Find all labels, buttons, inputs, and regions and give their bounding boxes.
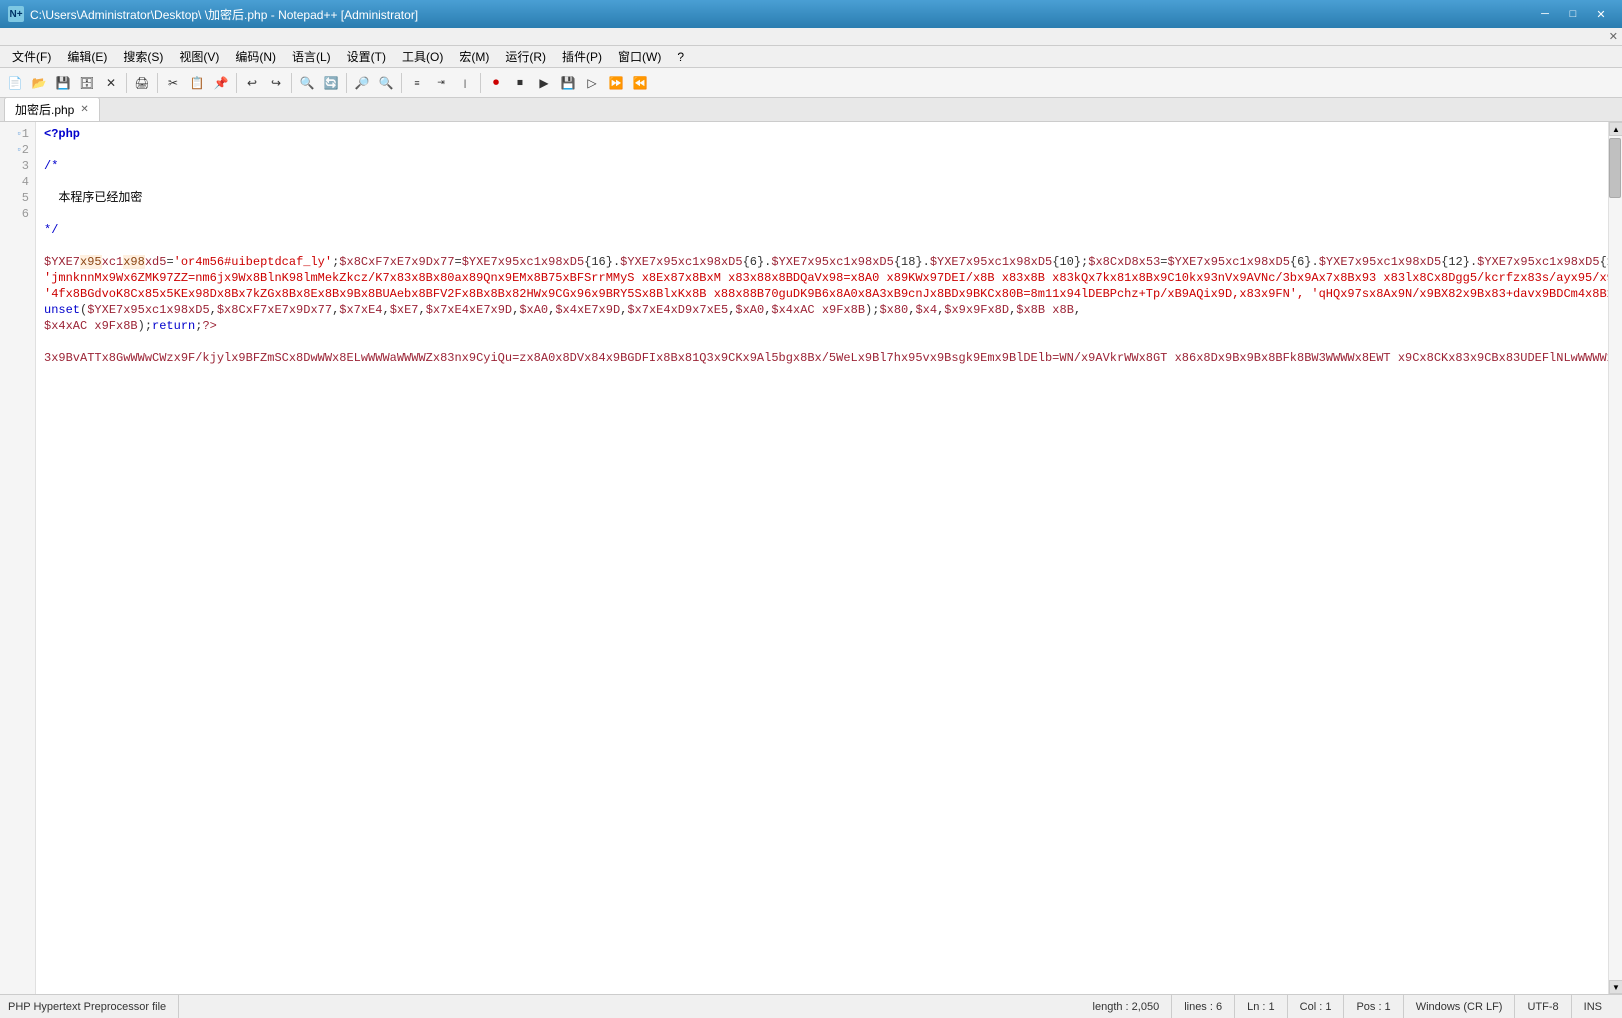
editor-scrollbar[interactable]: ▲ ▼ — [1608, 122, 1622, 994]
tabbar: 加密后.php ✕ — [0, 98, 1622, 122]
status-ln: Ln : 1 — [1235, 995, 1288, 1018]
menu-settings[interactable]: 设置(T) — [339, 46, 394, 67]
pos-label: Pos : 1 — [1356, 1001, 1390, 1013]
toolbar-indent-guide[interactable]: | — [454, 72, 476, 94]
toolbar-undo[interactable]: ↩ — [241, 72, 263, 94]
line-number-3: 3 — [0, 158, 35, 174]
toolbar-find[interactable]: 🔍 — [296, 72, 318, 94]
titlebar-buttons: ─ □ ✕ — [1532, 5, 1614, 23]
filetype-label: PHP Hypertext Preprocessor file — [8, 1001, 166, 1013]
toolbar-macro-stop[interactable]: ⏹ — [509, 72, 531, 94]
menu-help[interactable]: ? — [669, 48, 692, 66]
menu-plugins[interactable]: 插件(P) — [554, 46, 610, 67]
menu-search[interactable]: 搜索(S) — [115, 46, 171, 67]
toolbar-open[interactable]: 📂 — [28, 72, 50, 94]
toolbar-separator-6 — [401, 73, 402, 93]
toolbar-cut[interactable]: ✂ — [162, 72, 184, 94]
menu-run[interactable]: 运行(R) — [497, 46, 554, 67]
toolbar-run-cmd[interactable]: ▷ — [581, 72, 603, 94]
menu-tools[interactable]: 工具(O) — [394, 46, 451, 67]
toolbar-separator-4 — [291, 73, 292, 93]
status-eol: Windows (CR LF) — [1404, 995, 1516, 1018]
status-pos: Pos : 1 — [1344, 995, 1403, 1018]
statusbar: PHP Hypertext Preprocessor file length :… — [0, 994, 1622, 1018]
ln-label: Ln : 1 — [1247, 1001, 1275, 1013]
toolbar-paste[interactable]: 📌 — [210, 72, 232, 94]
scrollbar-track[interactable] — [1609, 136, 1622, 980]
toolbar-redo[interactable]: ↪ — [265, 72, 287, 94]
line-numbers: ▫1 ▫2 3 4 5 6 — [0, 122, 36, 994]
toolbar-save-all[interactable]: 🗄 — [76, 72, 98, 94]
menu-edit[interactable]: 编辑(E) — [59, 46, 115, 67]
toolbar-new[interactable]: 📄 — [4, 72, 26, 94]
status-length: length : 2,050 — [1081, 995, 1173, 1018]
toolbar-zoom-out[interactable]: 🔍 — [375, 72, 397, 94]
tab-file[interactable]: 加密后.php ✕ — [4, 97, 100, 121]
toolbar: 📄 📂 💾 🗄 ✕ 🖨 ✂ 📋 📌 ↩ ↪ 🔍 🔄 🔎 🔍 ≡ ⇥ | ⏺ ⏹ … — [0, 68, 1622, 98]
status-col: Col : 1 — [1288, 995, 1345, 1018]
toolbar-separator-1 — [126, 73, 127, 93]
tab-close-button[interactable]: ✕ — [80, 104, 88, 115]
toolbar-prev-result[interactable]: ⏪ — [629, 72, 651, 94]
app-icon: N+ — [8, 6, 24, 22]
status-ins: INS — [1572, 995, 1614, 1018]
titlebar: N+ C:\Users\Administrator\Desktop\ \加密后.… — [0, 0, 1622, 28]
menu-file[interactable]: 文件(F) — [4, 46, 59, 67]
col-label: Col : 1 — [1300, 1001, 1332, 1013]
line-number-4: 4 — [0, 174, 35, 190]
menu-macro[interactable]: 宏(M) — [451, 46, 497, 67]
line-number-5: 5 — [0, 190, 35, 206]
line-number-2: ▫2 — [0, 142, 35, 158]
toolbar-separator-7 — [480, 73, 481, 93]
toolbar-macro-save[interactable]: 💾 — [557, 72, 579, 94]
menu-window[interactable]: 窗口(W) — [610, 46, 669, 67]
length-label: length : 2,050 — [1093, 1001, 1160, 1013]
toolbar-wrap[interactable]: ⇥ — [430, 72, 452, 94]
eol-label: Windows (CR LF) — [1416, 1001, 1503, 1013]
minimize-button[interactable]: ─ — [1532, 5, 1558, 23]
menu-language[interactable]: 语言(L) — [284, 46, 339, 67]
toolbar-macro-play[interactable]: ▶ — [533, 72, 555, 94]
tab-label: 加密后.php — [15, 101, 74, 118]
secondary-close-row: ✕ — [0, 28, 1622, 46]
toolbar-copy[interactable]: 📋 — [186, 72, 208, 94]
status-filetype: PHP Hypertext Preprocessor file — [8, 995, 179, 1018]
ins-label: INS — [1584, 1001, 1602, 1013]
titlebar-title: C:\Users\Administrator\Desktop\ \加密后.php… — [30, 6, 1532, 23]
toolbar-macro-rec[interactable]: ⏺ — [485, 72, 507, 94]
toolbar-save[interactable]: 💾 — [52, 72, 74, 94]
toolbar-separator-5 — [346, 73, 347, 93]
toolbar-replace[interactable]: 🔄 — [320, 72, 342, 94]
scrollbar-thumb[interactable] — [1609, 138, 1621, 198]
toolbar-separator-3 — [236, 73, 237, 93]
code-editor[interactable]: <?php /* 本程序已经加密 */ $YXE7x95xc1x98xd5='o… — [36, 122, 1608, 994]
status-encoding: UTF-8 — [1515, 995, 1571, 1018]
menubar: 文件(F) 编辑(E) 搜索(S) 视图(V) 编码(N) 语言(L) 设置(T… — [0, 46, 1622, 68]
scroll-down-arrow[interactable]: ▼ — [1609, 980, 1622, 994]
toolbar-print[interactable]: 🖨 — [131, 72, 153, 94]
menu-encoding[interactable]: 编码(N) — [227, 46, 284, 67]
line-number-1: ▫1 — [0, 126, 35, 142]
toolbar-next-result[interactable]: ⏩ — [605, 72, 627, 94]
maximize-button[interactable]: □ — [1560, 5, 1586, 23]
close-button[interactable]: ✕ — [1588, 5, 1614, 23]
toolbar-zoom-in[interactable]: 🔎 — [351, 72, 373, 94]
secondary-close-button[interactable]: ✕ — [1609, 30, 1618, 43]
line-number-6: 6 — [0, 206, 35, 222]
editor-container: ▫1 ▫2 3 4 5 6 <?php /* 本程序已经加密 */ $YXE7x… — [0, 122, 1622, 994]
toolbar-sync-scroll[interactable]: ≡ — [406, 72, 428, 94]
lines-label: lines : 6 — [1184, 1001, 1222, 1013]
menu-view[interactable]: 视图(V) — [171, 46, 227, 67]
toolbar-close[interactable]: ✕ — [100, 72, 122, 94]
status-lines: lines : 6 — [1172, 995, 1235, 1018]
scroll-up-arrow[interactable]: ▲ — [1609, 122, 1622, 136]
encoding-label: UTF-8 — [1527, 1001, 1558, 1013]
toolbar-separator-2 — [157, 73, 158, 93]
